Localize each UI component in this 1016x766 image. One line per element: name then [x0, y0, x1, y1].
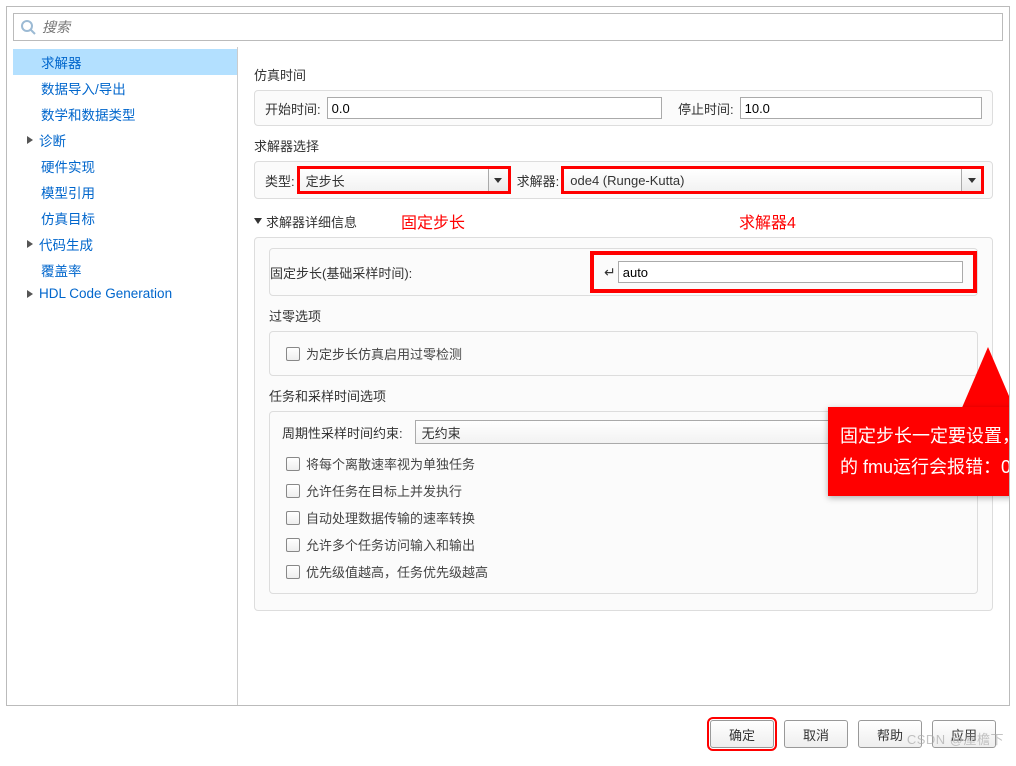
search-bar[interactable] — [13, 13, 1003, 41]
sidebar-item-hardware[interactable]: 硬件实现 — [13, 153, 237, 179]
solver-details-title: 求解器详细信息 — [266, 212, 357, 231]
chevron-right-icon — [27, 240, 33, 248]
config-dialog: 求解器 数据导入/导出 数学和数据类型 诊断 硬件实现 模型引用 仿真目标 代码… — [6, 6, 1010, 706]
chevron-right-icon — [27, 290, 33, 298]
checkbox[interactable] — [286, 565, 300, 579]
sim-time-title: 仿真时间 — [254, 65, 993, 84]
ok-button[interactable]: 确定 — [710, 720, 774, 748]
button-label: 确定 — [729, 725, 755, 744]
zero-cross-title: 过零选项 — [269, 306, 978, 325]
callout-text: 固定步长一定要设置，否则导入的 fmu运行会报错：0.001 — [840, 426, 1009, 477]
type-label: 类型: — [265, 171, 295, 190]
cancel-button[interactable]: 取消 — [784, 720, 848, 748]
solver-label: 求解器: — [517, 171, 560, 190]
sidebar-item-math-types[interactable]: 数学和数据类型 — [13, 101, 237, 127]
sidebar-item-label: HDL Code Generation — [39, 286, 172, 301]
sidebar-item-solver[interactable]: 求解器 — [13, 49, 237, 75]
annotation-fixed-step: 固定步长 — [401, 209, 465, 233]
solver-value: ode4 (Runge-Kutta) — [564, 173, 961, 188]
fixed-step-highlight: ↵ — [590, 251, 977, 293]
dropdown-button[interactable] — [488, 169, 508, 191]
checkbox-label: 为定步长仿真启用过零检测 — [306, 344, 462, 363]
sidebar: 求解器 数据导入/导出 数学和数据类型 诊断 硬件实现 模型引用 仿真目标 代码… — [13, 47, 238, 705]
task-title: 任务和采样时间选项 — [269, 386, 978, 405]
task-checkbox-row[interactable]: 优先级值越高，任务优先级越高 — [282, 558, 965, 585]
solver-select-panel: 类型: 定步长 求解器: ode4 (Runge-Kutta) — [254, 161, 993, 199]
fixed-step-label: 固定步长(基础采样时间): — [270, 263, 590, 282]
dialog-footer: 确定 取消 帮助 应用 — [0, 710, 1016, 758]
checkbox-label: 允许多个任务访问输入和输出 — [306, 535, 475, 554]
dropdown-button[interactable] — [961, 169, 981, 191]
checkbox[interactable] — [286, 538, 300, 552]
sidebar-item-label: 求解器 — [41, 52, 82, 72]
start-time-label: 开始时间: — [265, 99, 321, 118]
fixed-step-row: 固定步长(基础采样时间): ↵ — [269, 248, 978, 296]
checkbox[interactable] — [286, 457, 300, 471]
dialog-body: 求解器 数据导入/导出 数学和数据类型 诊断 硬件实现 模型引用 仿真目标 代码… — [7, 47, 1009, 705]
button-label: 应用 — [951, 725, 977, 744]
button-label: 取消 — [803, 725, 829, 744]
stop-time-input[interactable] — [740, 97, 982, 119]
apply-button[interactable]: 应用 — [932, 720, 996, 748]
search-input[interactable] — [40, 18, 996, 36]
solver-type-combo[interactable]: 定步长 — [299, 168, 509, 192]
sidebar-item-label: 覆盖率 — [41, 260, 82, 280]
chevron-down-icon — [254, 218, 262, 224]
checkbox[interactable] — [286, 347, 300, 361]
sidebar-item-label: 代码生成 — [39, 234, 93, 254]
sidebar-item-label: 诊断 — [39, 130, 66, 150]
sidebar-item-hdl[interactable]: HDL Code Generation — [13, 283, 237, 304]
start-time-input[interactable] — [327, 97, 662, 119]
sidebar-item-label: 模型引用 — [41, 182, 95, 202]
sidebar-item-label: 仿真目标 — [41, 208, 95, 228]
checkbox-label: 优先级值越高，任务优先级越高 — [306, 562, 488, 581]
solver-select-title: 求解器选择 — [254, 136, 993, 155]
help-button[interactable]: 帮助 — [858, 720, 922, 748]
sidebar-item-model-ref[interactable]: 模型引用 — [13, 179, 237, 205]
zero-cross-panel: 为定步长仿真启用过零检测 — [269, 331, 978, 376]
sidebar-item-data-io[interactable]: 数据导入/导出 — [13, 75, 237, 101]
chevron-down-icon — [494, 178, 502, 183]
checkbox[interactable] — [286, 484, 300, 498]
solver-combo[interactable]: ode4 (Runge-Kutta) — [563, 168, 982, 192]
checkbox-label: 将每个离散速率视为单独任务 — [306, 454, 475, 473]
sim-time-panel: 开始时间: 停止时间: — [254, 90, 993, 126]
return-icon: ↵ — [604, 264, 616, 281]
checkbox-label: 允许任务在目标上并发执行 — [306, 481, 462, 500]
sidebar-item-label: 硬件实现 — [41, 156, 95, 176]
periodic-label: 周期性采样时间约束: — [282, 423, 403, 442]
chevron-down-icon — [968, 178, 976, 183]
checkbox[interactable] — [286, 511, 300, 525]
sidebar-item-codegen[interactable]: 代码生成 — [13, 231, 237, 257]
sidebar-item-diagnostics[interactable]: 诊断 — [13, 127, 237, 153]
main-panel: 仿真时间 开始时间: 停止时间: 求解器选择 类型: 定步长 求解器: ode4… — [238, 47, 1009, 705]
sidebar-item-label: 数据导入/导出 — [41, 78, 126, 98]
solver-details-disclosure[interactable]: 求解器详细信息 固定步长 求解器4 — [254, 209, 993, 233]
task-checkbox-row[interactable]: 允许多个任务访问输入和输出 — [282, 531, 965, 558]
sidebar-item-sim-target[interactable]: 仿真目标 — [13, 205, 237, 231]
annotation-solver4: 求解器4 — [739, 209, 796, 233]
search-icon — [20, 19, 36, 35]
checkbox-label: 自动处理数据传输的速率转换 — [306, 508, 475, 527]
solver-type-value: 定步长 — [300, 171, 488, 190]
zero-cross-checkbox-row[interactable]: 为定步长仿真启用过零检测 — [282, 340, 965, 367]
chevron-right-icon — [27, 136, 33, 144]
annotation-callout: 固定步长一定要设置，否则导入的 fmu运行会报错：0.001↵ — [828, 407, 1009, 496]
fixed-step-input[interactable] — [618, 261, 963, 283]
button-label: 帮助 — [877, 725, 903, 744]
sidebar-item-label: 数学和数据类型 — [41, 104, 136, 124]
stop-time-label: 停止时间: — [678, 99, 734, 118]
sidebar-item-coverage[interactable]: 覆盖率 — [13, 257, 237, 283]
task-checkbox-row[interactable]: 自动处理数据传输的速率转换 — [282, 504, 965, 531]
